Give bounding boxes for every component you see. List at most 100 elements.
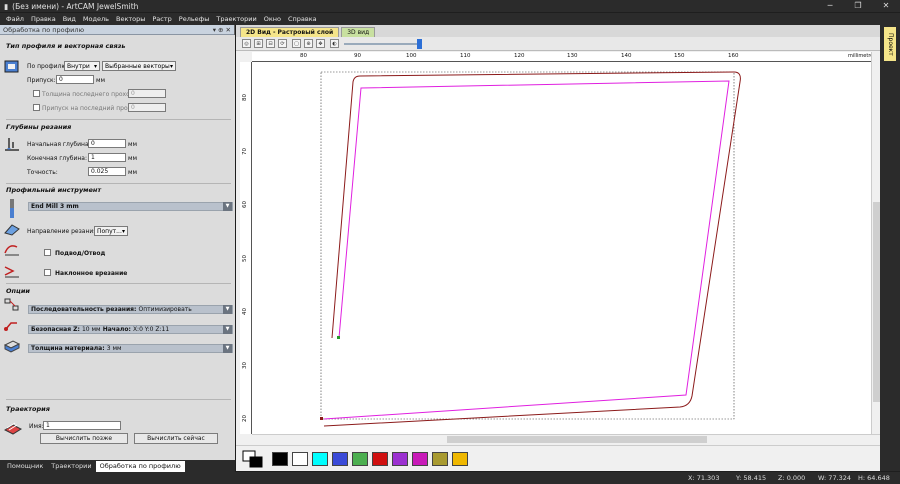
ramp-checkbox[interactable] xyxy=(44,269,51,276)
cut-order-label: Последовательность резания: xyxy=(31,306,137,313)
scroll-thumb[interactable] xyxy=(447,436,707,443)
pan-icon[interactable]: ✥ xyxy=(316,39,325,48)
depth-section-title: Глубины резания xyxy=(6,123,72,131)
panel-body: Тип профиля и векторная связь По профилю… xyxy=(0,35,235,460)
separator xyxy=(6,399,231,400)
safe-z-bar[interactable]: Безопасная Z: 10 мм Начало: X:0 Y:0 Z:11… xyxy=(28,325,233,334)
close-button[interactable]: ✕ xyxy=(872,0,900,12)
profile-machining-panel: Обработка по профилю ▾ ⊕ ✕ Тип профиля и… xyxy=(0,25,235,460)
color-swatch-olive[interactable] xyxy=(432,452,448,466)
tab-2d-view[interactable]: 2D Вид - Растровый слой xyxy=(240,27,340,37)
menu-window[interactable]: Окно xyxy=(264,15,281,23)
end-mill-icon xyxy=(10,199,14,218)
zoom-all-icon[interactable]: ◎ xyxy=(242,39,251,48)
minimize-button[interactable]: ─ xyxy=(816,0,844,12)
material-thickness-label: Толщина материала: xyxy=(31,345,105,352)
tolerance-input[interactable]: 0.025 xyxy=(88,167,126,176)
maximize-button[interactable]: ❐ xyxy=(844,0,872,12)
direction-label: Направление резания: xyxy=(27,228,99,235)
blend-slider[interactable] xyxy=(344,39,422,49)
panel-controls[interactable]: ▾ ⊕ ✕ xyxy=(213,26,231,34)
toolpath-profile[interactable] xyxy=(323,80,730,420)
cut-order-icon xyxy=(4,298,19,311)
horizontal-scrollbar[interactable] xyxy=(252,434,880,443)
ruler-x-tick: 140 xyxy=(621,53,632,59)
toolpath-icon xyxy=(3,422,23,435)
by-profile-label: По профилю xyxy=(27,63,67,70)
color-swatch-green[interactable] xyxy=(352,452,368,466)
last-pass-thickness-checkbox[interactable] xyxy=(33,90,40,97)
tab-3d-view[interactable]: 3D вид xyxy=(341,27,376,37)
end-depth-input[interactable]: 1 xyxy=(88,153,126,162)
color-swatch-white[interactable] xyxy=(292,452,308,466)
cut-order-bar[interactable]: Последовательность резания: Оптимизирова… xyxy=(28,305,233,314)
view-area: 2D Вид - Растровый слой 3D вид ◎ ⊞ ⊟ ⟳ ▢… xyxy=(236,25,880,471)
menu-vectors[interactable]: Векторы xyxy=(116,15,145,23)
tab-toolpaths[interactable]: Траектории xyxy=(47,461,95,472)
last-pass-allowance-input[interactable]: 0 xyxy=(128,103,166,112)
safe-z-value: 10 мм xyxy=(81,326,101,333)
vertical-scrollbar[interactable] xyxy=(871,52,880,434)
color-swatch-yellow[interactable] xyxy=(452,452,468,466)
menu-file[interactable]: Файл xyxy=(6,15,24,23)
tool-name-bar[interactable]: End Mill 3 mm ▼ xyxy=(28,202,233,211)
menu-edit[interactable]: Правка xyxy=(31,15,56,23)
menu-model[interactable]: Модель xyxy=(83,15,109,23)
vector-selection-dropdown[interactable]: Выбранные векторы xyxy=(102,61,176,71)
last-pass-allowance-checkbox[interactable] xyxy=(33,104,40,111)
lead-in-out-checkbox[interactable] xyxy=(44,249,51,256)
fg-bg-color-icon[interactable] xyxy=(242,450,264,468)
menu-help[interactable]: Справка xyxy=(288,15,317,23)
cut-order-expand-button[interactable]: ▼ xyxy=(223,305,232,314)
status-x: X: 71.303 xyxy=(688,474,720,482)
color-swatch-blue[interactable] xyxy=(332,452,348,466)
end-point-marker xyxy=(320,417,323,420)
horizontal-ruler: 80 90 100 110 120 130 140 150 160 millim… xyxy=(252,52,876,62)
material-thickness-value: 3 мм xyxy=(106,345,122,352)
tab-assistant[interactable]: Помощник xyxy=(3,461,47,472)
start-depth-input[interactable]: 0 xyxy=(88,139,126,148)
vertical-ruler: 80 70 60 50 40 30 20 xyxy=(240,62,252,434)
zoom-previous-icon[interactable]: ⊕ xyxy=(304,39,313,48)
scroll-thumb[interactable] xyxy=(873,202,880,402)
safe-z-expand-button[interactable]: ▼ xyxy=(223,325,232,334)
home-value: X:0 Y:0 Z:11 xyxy=(132,326,170,333)
calculate-later-button[interactable]: Вычислить позже xyxy=(40,433,128,444)
slider-handle[interactable] xyxy=(417,39,422,49)
color-swatch-red[interactable] xyxy=(372,452,388,466)
menu-reliefs[interactable]: Рельефы xyxy=(179,15,210,23)
panel-title: Обработка по профилю xyxy=(3,25,85,34)
drawing-canvas[interactable] xyxy=(252,62,874,434)
color-swatch-magenta[interactable] xyxy=(412,452,428,466)
menu-toolpaths[interactable]: Траектории xyxy=(216,15,256,23)
tab-profile-machining[interactable]: Обработка по профилю xyxy=(95,460,185,472)
zoom-in-icon[interactable]: ⊞ xyxy=(254,39,263,48)
end-depth-label: Конечная глубина: xyxy=(27,155,87,162)
toolpath-name-input[interactable]: 1 xyxy=(43,421,121,430)
calculate-now-button[interactable]: Вычислить сейчас xyxy=(134,433,218,444)
material-thickness-bar[interactable]: Толщина материала: 3 мм ▼ xyxy=(28,344,233,353)
color-swatch-purple[interactable] xyxy=(392,452,408,466)
original-vector[interactable] xyxy=(323,71,741,427)
layer-visibility-icon[interactable]: ◐ xyxy=(330,39,339,48)
end-depth-unit: мм xyxy=(128,155,138,162)
menu-view[interactable]: Вид xyxy=(63,15,76,23)
allowance-input[interactable]: 0 xyxy=(56,75,94,84)
color-swatch-cyan[interactable] xyxy=(312,452,328,466)
profile-side-dropdown[interactable]: Внутри xyxy=(64,61,100,71)
selection-box xyxy=(320,71,735,420)
color-swatch-black[interactable] xyxy=(272,452,288,466)
refresh-icon[interactable]: ⟳ xyxy=(278,39,287,48)
zoom-out-icon[interactable]: ⊟ xyxy=(266,39,275,48)
menu-raster[interactable]: Растр xyxy=(152,15,171,23)
tool-expand-button[interactable]: ▼ xyxy=(223,202,232,211)
toolpath-section-title: Траектория xyxy=(6,405,50,413)
tolerance-unit: мм xyxy=(128,169,138,176)
last-pass-thickness-input[interactable]: 0 xyxy=(128,89,166,98)
direction-dropdown[interactable]: Попут... xyxy=(94,226,128,236)
ruler-y-tick: 20 xyxy=(242,415,248,422)
start-depth-unit: мм xyxy=(128,141,138,148)
material-expand-button[interactable]: ▼ xyxy=(223,344,232,353)
zoom-box-icon[interactable]: ▢ xyxy=(292,39,301,48)
project-tab[interactable]: Проект xyxy=(884,27,896,61)
